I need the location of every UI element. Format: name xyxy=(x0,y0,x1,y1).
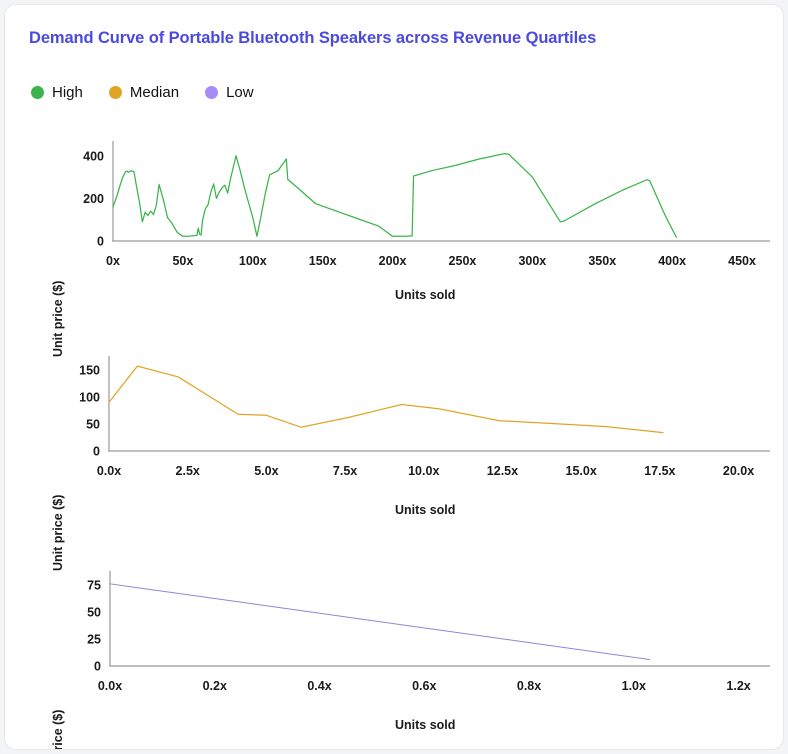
y-tick-label: 25 xyxy=(87,632,101,646)
y-tick-label: 0 xyxy=(97,235,104,249)
y-tick-label: 200 xyxy=(83,192,104,206)
data-line-high xyxy=(112,153,677,238)
x-tick-label: 5.0x xyxy=(254,464,278,478)
x-axis-title: Units sold xyxy=(395,503,456,517)
page-title: Demand Curve of Portable Bluetooth Speak… xyxy=(29,29,597,47)
x-tick-label: 150x xyxy=(309,254,337,268)
x-tick-label: 350x xyxy=(588,254,616,268)
x-tick-label: 50x xyxy=(172,254,193,268)
data-line-low xyxy=(109,583,651,661)
legend-item-median[interactable]: Median xyxy=(108,84,180,101)
legend-label: Low xyxy=(226,84,254,101)
legend-item-high[interactable]: High xyxy=(31,84,83,101)
y-tick-label: 400 xyxy=(83,149,104,163)
plot-area-median: 0 50 100 150 0.0x 2.5x 5.0x 7.5x 10.0x 12.5x 15.0x… xyxy=(79,356,770,478)
x-tick-label: 0.0x xyxy=(97,464,121,478)
x-tick-label: 0x xyxy=(106,254,120,268)
x-axis-title: Units sold xyxy=(395,288,456,302)
y-tick-label: 50 xyxy=(87,605,101,619)
y-tick-label: 100 xyxy=(79,390,100,404)
x-tick-label: 12.5x xyxy=(487,464,518,478)
data-line-median xyxy=(108,365,664,434)
chart-card: Demand Curve of Portable Bluetooth Speak… xyxy=(4,4,784,750)
subplot-median: Unit price ($) Units sold 0 50 100 150 0.0x 2… xyxy=(5,338,783,571)
x-tick-label: 0.8x xyxy=(517,679,541,693)
x-tick-label: 7.5x xyxy=(333,464,357,478)
y-tick-label: 150 xyxy=(79,363,100,377)
legend-item-low[interactable]: Low xyxy=(205,84,254,101)
legend-dot-icon xyxy=(108,86,122,99)
x-tick-label: 250x xyxy=(449,254,477,268)
x-tick-label: 20.0x xyxy=(723,464,754,478)
x-tick-label: 17.5x xyxy=(644,464,675,478)
x-tick-label: 15.0x xyxy=(566,464,597,478)
plot-area-low: 0 25 50 75 0.0x 0.2x 0.4x 0.6x 0.8x 1.0x 1.2x xyxy=(87,571,770,693)
subplot-low: Unit price ($) Units sold 0 25 50 75 0.0x 0.2… xyxy=(5,553,783,749)
legend-dot-icon xyxy=(31,86,44,99)
legend-label: High xyxy=(52,84,83,101)
y-tick-label: 50 xyxy=(86,417,100,431)
legend-dot-icon xyxy=(205,86,219,99)
x-tick-label: 400x xyxy=(658,254,686,268)
legend-label: Median xyxy=(129,84,180,101)
y-tick-label: 0 xyxy=(93,445,100,459)
x-tick-label: 200x xyxy=(379,254,407,268)
x-tick-label: 100x xyxy=(239,254,267,268)
x-tick-label: 450x xyxy=(728,254,756,268)
x-tick-label: 0.6x xyxy=(412,679,436,693)
chart-legend: High Median Low xyxy=(31,84,254,101)
x-tick-label: 1.2x xyxy=(726,679,750,693)
x-tick-label: 10.0x xyxy=(408,464,439,478)
x-axis-title: Units sold xyxy=(395,718,456,732)
plot-area-high: 0 200 400 0x 50x 100x 150x 200x 250x 300x 350x 400x… xyxy=(83,141,770,268)
y-tick-label: 0 xyxy=(94,660,101,674)
y-axis-title: Unit price ($) xyxy=(51,709,65,750)
x-tick-label: 0.2x xyxy=(203,679,227,693)
subplot-high: Unit price ($) Units sold 0 200 400 0x 50x 10… xyxy=(5,123,783,357)
y-tick-label: 75 xyxy=(87,578,101,592)
x-tick-label: 2.5x xyxy=(176,464,200,478)
x-tick-label: 1.0x xyxy=(622,679,646,693)
x-tick-label: 300x xyxy=(518,254,546,268)
x-tick-label: 0.4x xyxy=(307,679,331,693)
x-tick-label: 0.0x xyxy=(98,679,122,693)
